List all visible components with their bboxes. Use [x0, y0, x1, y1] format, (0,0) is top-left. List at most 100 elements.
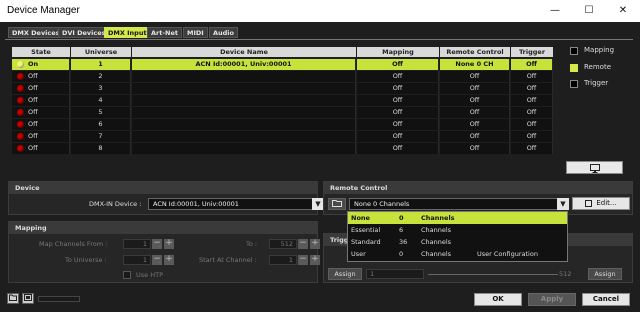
cell-trigger[interactable]: Off: [511, 95, 553, 106]
cell-mapping[interactable]: Off: [357, 119, 439, 130]
cell-mapping[interactable]: Off: [357, 59, 439, 70]
map-from-input[interactable]: 1: [123, 239, 151, 249]
start-channel-decrement[interactable]: −: [298, 255, 308, 265]
cell-universe[interactable]: 2: [71, 71, 131, 82]
cell-state[interactable]: Off: [12, 119, 70, 130]
cell-universe[interactable]: 6: [71, 119, 131, 130]
use-htp-checkbox[interactable]: [123, 271, 131, 279]
to-universe-increment[interactable]: +: [164, 255, 174, 265]
cell-mapping[interactable]: Off: [357, 131, 439, 142]
minimize-button[interactable]: —: [538, 0, 572, 22]
table-row[interactable]: Off 6 Off Off Off: [12, 119, 553, 130]
table-row[interactable]: Off 3 Off Off Off: [12, 83, 553, 94]
cell-universe[interactable]: 3: [71, 83, 131, 94]
assign-left-button[interactable]: Assign: [328, 268, 362, 280]
table-row[interactable]: Off 7 Off Off Off: [12, 131, 553, 142]
cell-remote[interactable]: Off: [440, 143, 510, 154]
cell-mapping[interactable]: Off: [357, 143, 439, 154]
table-row[interactable]: On 1 ACN Id:00001, Univ:00001 Off None 0 CH O…: [12, 59, 553, 70]
start-channel-increment[interactable]: +: [310, 255, 320, 265]
trigger-start-input[interactable]: 1: [366, 269, 424, 279]
state-led-icon[interactable]: [17, 97, 24, 104]
tab-dmx-input[interactable]: DMX Input: [104, 27, 151, 38]
cell-remote[interactable]: Off: [440, 95, 510, 106]
cell-device[interactable]: [132, 119, 356, 130]
tab-audio[interactable]: Audio: [209, 27, 239, 38]
cell-device[interactable]: [132, 95, 356, 106]
cancel-button[interactable]: Cancel: [582, 293, 630, 306]
cell-state[interactable]: Off: [12, 71, 70, 82]
to-increment[interactable]: +: [310, 239, 320, 249]
cell-trigger[interactable]: Off: [511, 131, 553, 142]
cell-universe[interactable]: 1: [71, 59, 131, 70]
table-row[interactable]: Off 5 Off Off Off: [12, 107, 553, 118]
cell-remote[interactable]: Off: [440, 71, 510, 82]
to-universe-input[interactable]: 1: [123, 255, 151, 265]
apply-button[interactable]: Apply: [528, 293, 576, 306]
cell-trigger[interactable]: Off: [511, 71, 553, 82]
cell-remote[interactable]: Off: [440, 131, 510, 142]
to-universe-decrement[interactable]: −: [152, 255, 162, 265]
table-row[interactable]: Off 2 Off Off Off: [12, 71, 553, 82]
cell-device[interactable]: [132, 107, 356, 118]
cell-mapping[interactable]: Off: [357, 107, 439, 118]
dropdown-option[interactable]: User 0 Channels User Configuration: [348, 248, 567, 260]
assign-right-button[interactable]: Assign: [588, 268, 622, 280]
cell-trigger[interactable]: Off: [511, 59, 553, 70]
cell-trigger[interactable]: Off: [511, 119, 553, 130]
state-led-icon[interactable]: [17, 73, 24, 80]
cell-state[interactable]: Off: [12, 95, 70, 106]
cell-trigger[interactable]: Off: [511, 107, 553, 118]
cell-mapping[interactable]: Off: [357, 83, 439, 94]
remote-control-select[interactable]: None 0 Channels: [349, 198, 569, 210]
cell-universe[interactable]: 8: [71, 143, 131, 154]
open-folder-button[interactable]: [328, 198, 346, 210]
to-decrement[interactable]: −: [298, 239, 308, 249]
device-icon-button[interactable]: [22, 293, 34, 304]
monitor-button[interactable]: [566, 161, 623, 174]
state-led-icon[interactable]: [17, 133, 24, 140]
dropdown-option[interactable]: Essential 6 Channels: [348, 224, 567, 236]
trigger-slider[interactable]: [428, 274, 558, 275]
tab-dvi-devices[interactable]: DVI Devices: [58, 27, 110, 38]
to-input[interactable]: 512: [269, 239, 297, 249]
edit-button[interactable]: Edit...: [572, 197, 630, 210]
close-button[interactable]: ✕: [606, 0, 640, 22]
cell-trigger[interactable]: Off: [511, 83, 553, 94]
cell-mapping[interactable]: Off: [357, 95, 439, 106]
tab-dmx-devices[interactable]: DMX Devices: [8, 27, 64, 38]
cell-universe[interactable]: 7: [71, 131, 131, 142]
cell-device[interactable]: [132, 143, 356, 154]
dropdown-option[interactable]: None 0 Channels: [348, 212, 567, 224]
chevron-down-icon[interactable]: ▼: [557, 198, 569, 210]
cell-trigger[interactable]: Off: [511, 143, 553, 154]
cell-state[interactable]: Off: [12, 107, 70, 118]
cell-remote[interactable]: Off: [440, 107, 510, 118]
dropdown-option[interactable]: Standard 36 Channels: [348, 236, 567, 248]
cell-remote[interactable]: None 0 CH: [440, 59, 510, 70]
cell-device[interactable]: [132, 83, 356, 94]
start-channel-input[interactable]: 1: [269, 255, 297, 265]
cell-universe[interactable]: 4: [71, 95, 131, 106]
cell-mapping[interactable]: Off: [357, 71, 439, 82]
tab-midi[interactable]: MIDI: [183, 27, 208, 38]
cell-remote[interactable]: Off: [440, 119, 510, 130]
dmx-in-device-select[interactable]: ACN Id:00001, Univ:00001: [148, 198, 324, 210]
table-row[interactable]: Off 4 Off Off Off: [12, 95, 553, 106]
cell-device[interactable]: [132, 71, 356, 82]
cell-device[interactable]: ACN Id:00001, Univ:00001: [132, 59, 356, 70]
ok-button[interactable]: OK: [474, 293, 522, 306]
state-led-icon[interactable]: [17, 109, 24, 116]
cell-state[interactable]: Off: [12, 131, 70, 142]
maximize-button[interactable]: ☐: [572, 0, 606, 22]
cell-state[interactable]: Off: [12, 143, 70, 154]
state-led-icon[interactable]: [17, 145, 24, 152]
map-from-decrement[interactable]: −: [152, 239, 162, 249]
tab-art-net[interactable]: Art-Net: [147, 27, 182, 38]
folder-open-button[interactable]: [7, 293, 19, 304]
state-led-icon[interactable]: [17, 121, 24, 128]
cell-device[interactable]: [132, 131, 356, 142]
cell-state[interactable]: On: [12, 59, 70, 70]
cell-state[interactable]: Off: [12, 83, 70, 94]
cell-universe[interactable]: 5: [71, 107, 131, 118]
